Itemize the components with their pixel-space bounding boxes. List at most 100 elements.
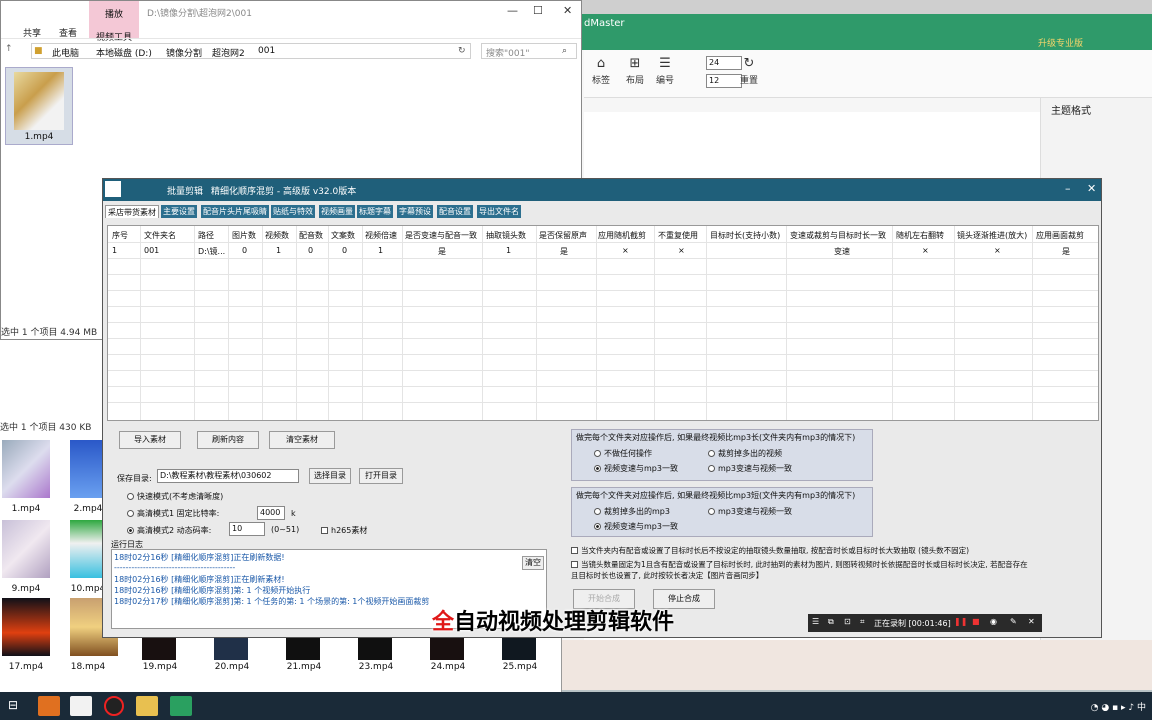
tab-video-quality[interactable]: 视频画量 <box>319 205 355 218</box>
crf-stepper[interactable]: 10 <box>229 522 265 536</box>
close-icon[interactable]: ✕ <box>1087 182 1096 195</box>
col-header[interactable]: 视频数 <box>265 230 289 241</box>
col-header[interactable]: 是否保留原声 <box>539 230 587 241</box>
tab-material[interactable]: 采店带货素材 <box>105 205 159 218</box>
stop-icon[interactable]: ■ <box>972 617 980 626</box>
taskbar-app-orange[interactable] <box>38 696 60 716</box>
tab-main-settings[interactable]: 主要设置 <box>161 205 197 218</box>
close-icon[interactable]: ✕ <box>563 4 572 17</box>
g2-radio-mp3-speed[interactable]: mp3变速与视频一致 <box>708 506 792 517</box>
video-thumbnail[interactable] <box>2 440 50 498</box>
col-header[interactable]: 随机左右翻转 <box>896 230 944 241</box>
video-thumbnail[interactable] <box>142 636 176 660</box>
address-bar[interactable]: ■ 此电脑 本地磁盘 (D:) 镜像分割 超泡网2 001 ↻ <box>31 43 471 59</box>
upgrade-button[interactable]: 升级专业版 <box>1038 36 1083 49</box>
region-icon[interactable]: ⊡ <box>844 617 851 626</box>
col-header[interactable]: 序号 <box>112 230 128 241</box>
g1-radio-crop[interactable]: 裁剪掉多出的视频 <box>708 448 782 459</box>
video-thumbnail[interactable] <box>502 636 536 660</box>
ime-indicator[interactable]: 中 <box>1137 703 1146 713</box>
tab-share[interactable]: 共享 <box>23 26 41 39</box>
material-table[interactable]: 序号 文件夹名 路径 图片数 视频数 配音数 文案数 视频倍速 是否变速与配音一… <box>107 225 1099 421</box>
col-header[interactable]: 路径 <box>198 230 214 241</box>
tab-title-subtitle[interactable]: 标题字幕 <box>357 205 393 218</box>
refresh-icon[interactable]: ↻ <box>458 46 466 56</box>
mode-hd1-radio[interactable]: 高清模式1 固定比特率: <box>127 508 219 519</box>
bitrate-input[interactable]: 4000 <box>257 506 285 520</box>
col-header[interactable]: 是否变速与配音一致 <box>405 230 477 241</box>
back-arrow-icon[interactable]: ↑ <box>5 44 13 54</box>
clear-material-button[interactable]: 清空素材 <box>269 431 335 449</box>
log-clear-button[interactable]: 清空 <box>522 556 544 570</box>
col-header[interactable]: 目标时长(支持小数) <box>710 230 780 241</box>
g2-radio-video-speed[interactable]: 视频变速与mp3一致 <box>594 521 678 532</box>
pen-icon[interactable]: ✎ <box>1010 617 1017 626</box>
mode-fast-radio[interactable]: 快速模式(不考虑清晰度) <box>127 491 223 502</box>
breadcrumb-chaopao[interactable]: 超泡网2 <box>212 46 245 59</box>
file-item[interactable]: 1.mp4 <box>5 67 73 145</box>
tab-subtitle-preset[interactable]: 字幕预设 <box>397 205 433 218</box>
video-thumbnail[interactable] <box>286 636 320 660</box>
minimize-icon[interactable]: – <box>1065 182 1071 195</box>
col-header[interactable]: 文件夹名 <box>144 230 176 241</box>
pause-icon[interactable]: ❚❚ <box>954 617 967 626</box>
search-input[interactable]: 搜索"001" ⌕ <box>481 43 577 59</box>
mode-hd2-radio[interactable]: 高清模式2 动态码率: <box>127 525 211 536</box>
close-icon[interactable]: ✕ <box>1028 617 1035 626</box>
tab-voice-settings[interactable]: 配音设置 <box>437 205 473 218</box>
g1-radio-video-speed[interactable]: 视频变速与mp3一致 <box>594 463 678 474</box>
tab-stickers[interactable]: 贴纸与特效 <box>271 205 315 218</box>
choose-dir-button[interactable]: 选择目录 <box>309 468 351 484</box>
tab-intro-outro[interactable]: 配音片头片尾吸睛 <box>201 205 269 218</box>
breadcrumb-pc[interactable]: 此电脑 <box>52 46 79 59</box>
window-icon[interactable]: ⧉ <box>828 617 834 627</box>
col-header[interactable]: 不重复使用 <box>658 230 698 241</box>
breadcrumb-mirror[interactable]: 镜像分割 <box>166 46 202 59</box>
video-thumbnail[interactable] <box>2 520 50 578</box>
task-view-icon[interactable]: ⊟ <box>8 698 18 712</box>
minimize-icon[interactable]: — <box>507 4 518 17</box>
layout-button[interactable]: ⊞ 布局 <box>618 56 652 86</box>
image-sync-checkbox[interactable]: 当镜头数量固定为1且含有配音或设置了目标时长时, 此时抽到的素材为图片, 则图转… <box>571 559 1035 581</box>
taskbar-mindmaster-icon[interactable] <box>170 696 192 716</box>
menu-icon[interactable]: ☰ <box>812 617 819 626</box>
col-header[interactable]: 应用画面裁剪 <box>1036 230 1084 241</box>
video-thumbnail[interactable] <box>430 636 464 660</box>
app-icon <box>105 181 121 197</box>
crop-icon[interactable]: ⌗ <box>860 617 865 627</box>
video-thumbnail[interactable] <box>2 598 50 656</box>
col-header[interactable]: 视频倍速 <box>365 230 397 241</box>
refresh-content-button[interactable]: 刷新内容 <box>197 431 259 449</box>
col-header[interactable]: 变速或裁剪与目标时长一致 <box>790 230 886 241</box>
g1-radio-none[interactable]: 不做任何操作 <box>594 448 652 459</box>
breadcrumb-001[interactable]: 001 <box>258 46 275 56</box>
tab-export-filename[interactable]: 导出文件名 <box>477 205 521 218</box>
g1-radio-mp3-speed[interactable]: mp3变速与视频一致 <box>708 463 792 474</box>
video-thumbnail[interactable] <box>358 636 392 660</box>
h265-checkbox[interactable]: h265素材 <box>321 525 367 536</box>
numbering-button[interactable]: ☰ 编号 <box>648 56 682 86</box>
open-dir-button[interactable]: 打开目录 <box>359 468 403 484</box>
search-icon: ⌕ <box>562 46 568 56</box>
col-header[interactable]: 镜头逐渐推进(放大) <box>957 230 1027 241</box>
explorer-path-title: D:\镜像分割\超泡网2\001 <box>147 9 252 19</box>
col-header[interactable]: 抽取镜头数 <box>486 230 526 241</box>
save-dir-input[interactable]: D:\教程素材\教程素材\030602 <box>157 469 299 483</box>
taskbar-folder-icon[interactable] <box>136 696 158 716</box>
col-header[interactable]: 图片数 <box>232 230 256 241</box>
taskbar-app-white[interactable] <box>70 696 92 716</box>
g2-radio-crop-mp3[interactable]: 裁剪掉多出的mp3 <box>594 506 670 517</box>
tag-button[interactable]: ⌂ 标签 <box>584 56 618 86</box>
col-header[interactable]: 应用随机截剪 <box>598 230 646 241</box>
import-material-button[interactable]: 导入素材 <box>119 431 181 449</box>
col-header[interactable]: 配音数 <box>299 230 323 241</box>
col-header[interactable]: 文案数 <box>331 230 355 241</box>
reset-button[interactable]: ↻ 重置 <box>732 56 766 86</box>
breadcrumb-disk[interactable]: 本地磁盘 (D:) <box>96 46 152 59</box>
camera-icon[interactable]: ◉ <box>990 617 997 626</box>
video-thumbnail[interactable] <box>214 636 248 660</box>
tab-view[interactable]: 查看 <box>59 26 77 39</box>
duration-extract-checkbox[interactable]: 当文件夹内有配音或设置了目标时长后不按设定的抽取镜头数量抽取, 按配音时长或目标… <box>571 545 969 556</box>
maximize-icon[interactable]: ☐ <box>533 4 543 17</box>
taskbar-record-icon[interactable] <box>104 696 124 716</box>
